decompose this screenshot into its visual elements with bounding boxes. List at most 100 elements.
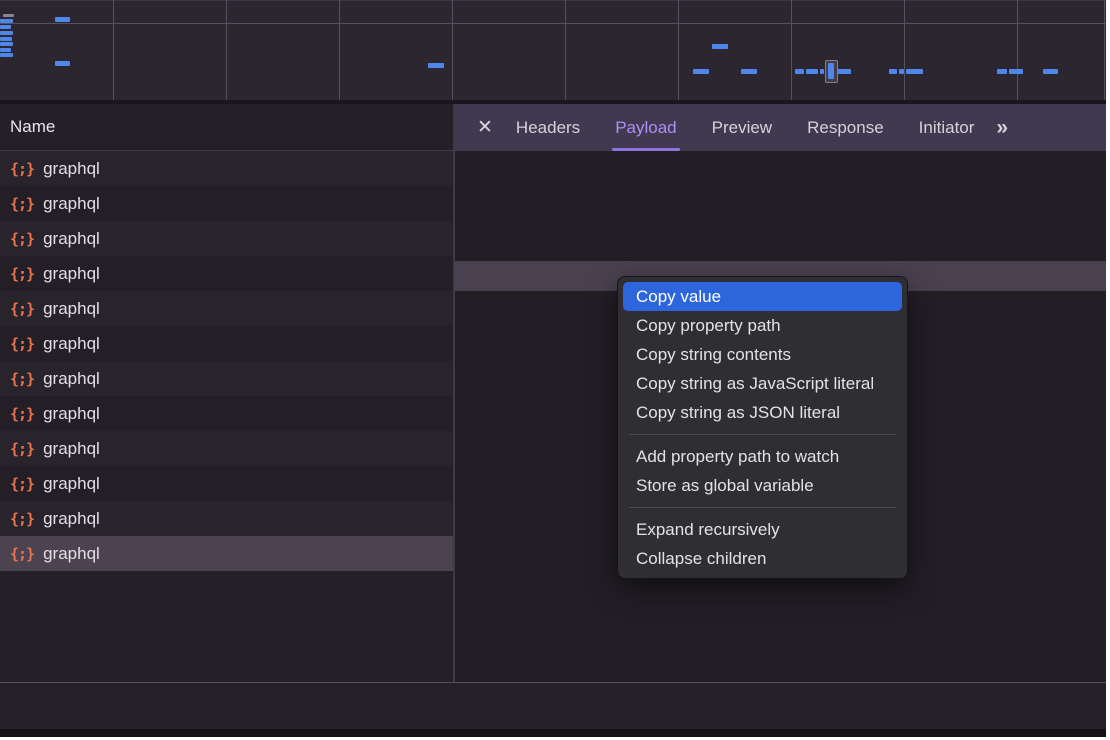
waterfall-bar [55,17,70,22]
waterfall-bar [0,31,13,35]
close-icon[interactable]: ✕ [477,116,493,139]
waterfall-bar [0,37,12,41]
overview-gridline [1104,0,1105,100]
tab-headers[interactable]: Headers [516,104,580,151]
summary-bar [0,683,1106,729]
waterfall-bar [837,69,851,74]
json-braces-icon: {;} [10,440,34,458]
waterfall-bar [906,69,923,74]
request-row-graphql-6[interactable]: {;} graphql [0,326,453,361]
more-tabs-icon[interactable]: » [996,116,1008,140]
request-name-label: graphql [43,369,100,389]
overview-gridline [339,0,340,100]
waterfall-bar [741,69,757,74]
request-row-graphql-2[interactable]: {;}graphql [0,186,453,221]
waterfall-bar [820,69,824,74]
waterfall-bar [1009,69,1023,74]
network-overview-timeline[interactable] [0,0,1106,104]
request-row-graphql-1[interactable]: {;} graphql [0,151,453,186]
request-name-label: graphql [43,404,100,424]
overview-gridline [1017,0,1018,100]
overview-gridline [452,0,453,100]
waterfall-bar [997,69,1007,74]
request-name-label: graphql [43,264,100,284]
window-bottom-edge [0,729,1106,737]
tab-response[interactable]: Response [807,104,884,151]
menu-separator [629,434,896,435]
menu-item-copy-property-path[interactable]: Copy property path [623,311,902,340]
menu-item-copy-string-contents[interactable]: Copy string contents [623,340,902,369]
menu-item-copy-string-as-javascript-literal[interactable]: Copy string as JavaScript literal [623,369,902,398]
request-name-label: graphql [43,334,100,354]
overview-gridline [113,0,114,100]
request-row-graphql-7[interactable]: {;} graphql [0,361,453,396]
request-row-graphql-8[interactable]: {;} graphql [0,396,453,431]
waterfall-bar [795,69,804,74]
waterfall-bar [899,69,904,74]
request-row-graphql-11[interactable]: {;} graphql [0,501,453,536]
waterfall-bar [806,69,818,74]
overview-top-border [0,0,1106,1]
json-braces-icon: {;} [10,195,34,213]
payload-operation-name-row[interactable]: operationName: "ipFlowTimeseries" [455,230,1106,259]
name-column-label: Name [10,117,55,137]
waterfall-bar [0,48,11,52]
request-list-panel: Name {;} graphql {;} graphql {;} graphql {;} gr… [0,104,453,682]
waterfall-bar [0,19,13,23]
menu-item-collapse-children[interactable]: Collapse children [623,544,902,573]
request-name-label: graphql [43,159,100,179]
details-tabbar: ✕ Headers Payload Preview Response Initiator… [455,104,1106,151]
waterfall-bar [428,63,444,68]
waterfall-bar [0,25,11,29]
waterfall-bar [55,61,70,66]
context-menu: Copy valueCopy property pathCopy string … [617,276,908,579]
overview-gridline [565,0,566,100]
request-row-graphql-5[interactable]: {;} graphql [0,291,453,326]
menu-item-expand-recursively[interactable]: Expand recursively [623,515,902,544]
overview-horizontal-gridline [0,23,1106,24]
tab-preview[interactable]: Preview [712,104,772,151]
json-braces-icon: {;} [10,300,34,318]
menu-item-copy-string-as-json-literal[interactable]: Copy string as JSON literal [623,398,902,427]
overview-gridline [904,0,905,100]
waterfall-bar [1043,69,1058,74]
json-braces-icon: {;} [10,405,34,423]
request-payload-section-header: ▼ Request Payload view source [455,163,1106,195]
request-name-label: graphql [43,474,100,494]
request-name-label: graphql [43,509,100,529]
page-right-margin [1106,0,1110,740]
waterfall-bar [828,63,834,79]
tab-initiator[interactable]: Initiator [919,104,975,151]
request-name-label: graphql [43,229,100,249]
request-name-label: graphql [43,299,100,319]
waterfall-bar [0,53,13,57]
tab-payload[interactable]: Payload [615,104,676,151]
menu-item-copy-value[interactable]: Copy value [623,282,902,311]
request-row-graphql-9[interactable]: {;} graphql [0,431,453,466]
request-row-graphql-3[interactable]: {;} graphql [0,221,453,256]
json-braces-icon: {;} [10,370,34,388]
json-braces-icon: {;} [10,160,34,178]
request-name-label: graphql [43,544,100,564]
request-name-label: graphql [43,439,100,459]
request-row-graphql-4[interactable]: {;} graphql [0,256,453,291]
request-row-graphql-12[interactable]: {;} graphql [0,536,453,571]
menu-item-store-as-global-variable[interactable]: Store as global variable [623,471,902,500]
payload-root-row[interactable]: ▼ {operationName: "ipFlowTimeseries", va… [455,198,1106,227]
waterfall-bar [3,14,14,17]
waterfall-bar [712,44,728,49]
json-braces-icon: {;} [10,475,34,493]
waterfall-bar [889,69,897,74]
waterfall-bar [693,69,709,74]
name-column-header[interactable]: Name [0,104,453,151]
overview-gridline [678,0,679,100]
json-braces-icon: {;} [10,335,34,353]
menu-item-add-property-path-to-watch[interactable]: Add property path to watch [623,442,902,471]
devtools-network-panel: Name {;} graphql {;} graphql {;} graphql {;} gr… [0,0,1110,740]
request-row-graphql-10[interactable]: {;} graphql [0,466,453,501]
json-braces-icon: {;} [10,265,34,283]
json-braces-icon: {;} [10,510,34,528]
json-braces-icon: {;} [10,545,34,563]
json-braces-icon: {;} [10,230,34,248]
overview-gridline [226,0,227,100]
